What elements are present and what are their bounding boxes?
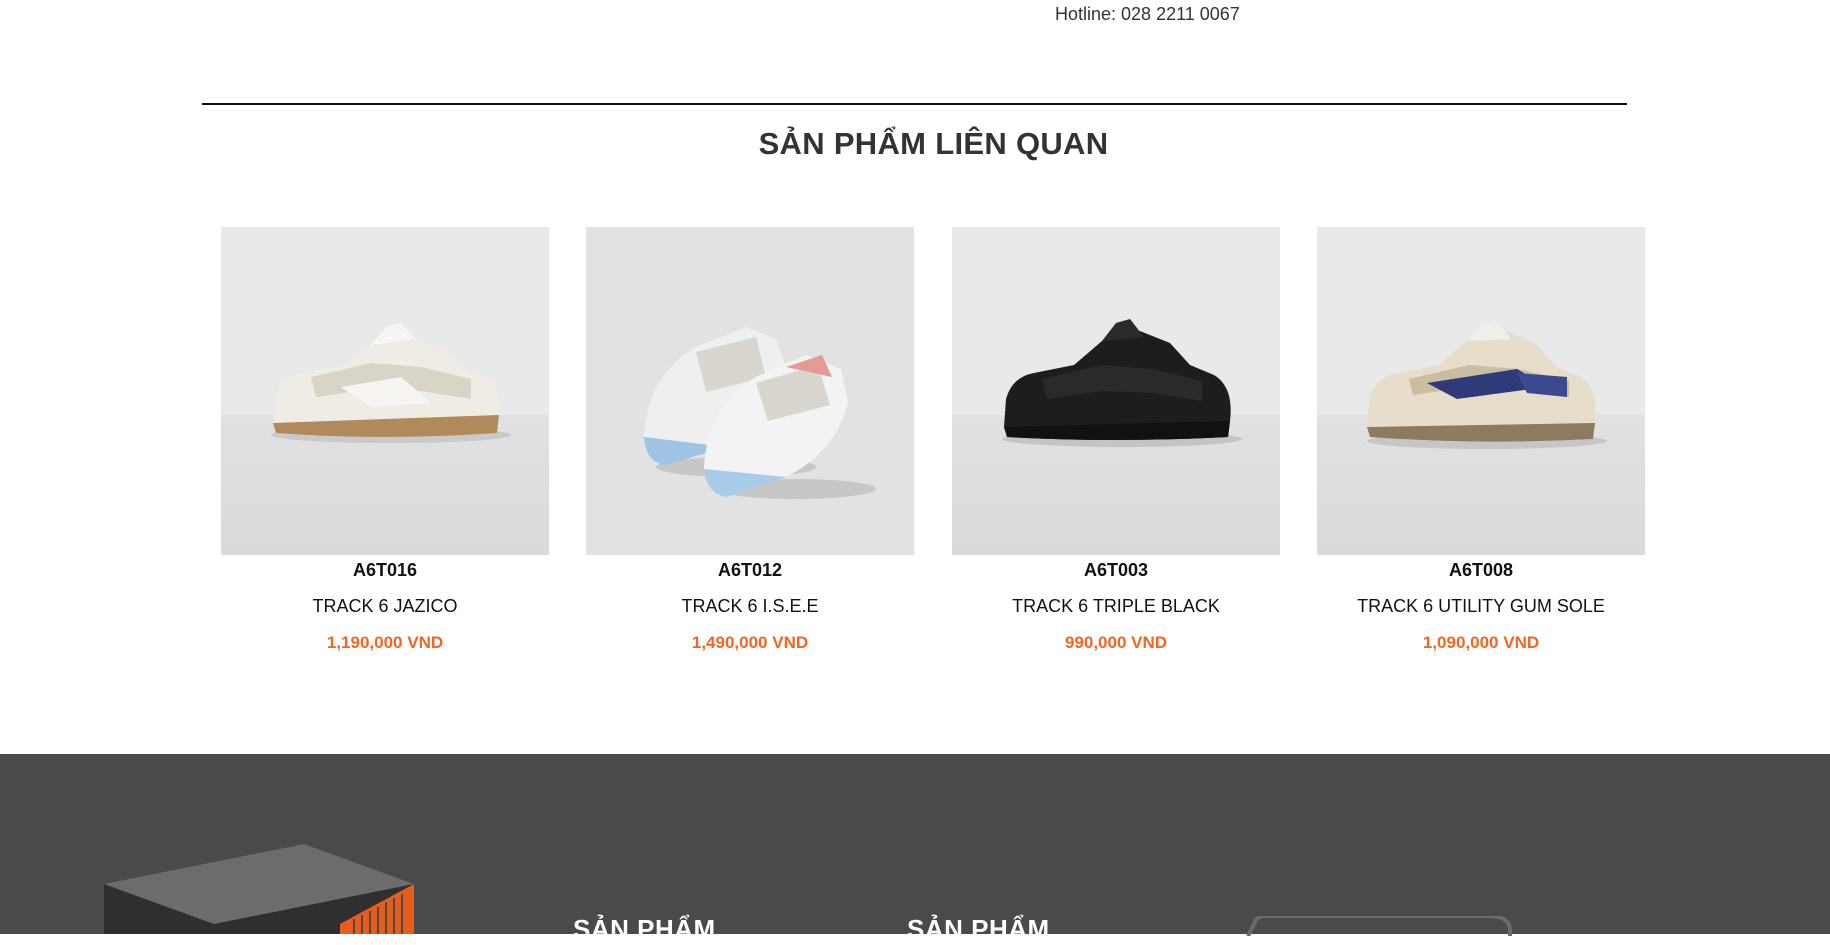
product-image[interactable] xyxy=(1317,227,1645,555)
product-image[interactable] xyxy=(221,227,549,555)
footer-logo-outline xyxy=(1238,914,1518,941)
product-name-link[interactable]: TRACK 6 UTILITY GUM SOLE xyxy=(1317,596,1645,617)
product-price: 990,000 VND xyxy=(1064,633,1168,652)
product-card[interactable]: A6T003 TRACK 6 TRIPLE BLACK 990,000 VND xyxy=(952,227,1280,653)
product-code: A6T016 xyxy=(352,560,418,580)
product-name-link[interactable]: TRACK 6 JAZICO xyxy=(221,596,549,617)
product-code: A6T012 xyxy=(717,560,783,580)
product-card[interactable]: A6T012 TRACK 6 I.S.E.E 1,490,000 VND xyxy=(586,227,914,653)
product-image[interactable] xyxy=(952,227,1280,555)
product-name-link[interactable]: TRACK 6 TRIPLE BLACK xyxy=(952,596,1280,617)
product-price: 1,090,000 VND xyxy=(1422,633,1540,652)
related-products-title: SẢN PHẨM LIÊN QUAN xyxy=(758,126,1109,161)
footer-column-title: SẢN PHẨM xyxy=(907,914,1050,944)
site-footer: SẢN PHẨM SẢN PHẨM xyxy=(0,754,1830,944)
product-code: A6T008 xyxy=(1448,560,1514,580)
product-card[interactable]: A6T016 TRACK 6 JAZICO 1,190,000 VND xyxy=(221,227,549,653)
product-name-link[interactable]: TRACK 6 I.S.E.E xyxy=(586,596,914,617)
product-price: 1,490,000 VND xyxy=(691,633,809,652)
product-code: A6T003 xyxy=(1083,560,1149,580)
hotline-text: Hotline: 028 2211 0067 xyxy=(1055,4,1240,24)
footer-column-title: SẢN PHẨM xyxy=(573,914,716,944)
product-card[interactable]: A6T008 TRACK 6 UTILITY GUM SOLE 1,090,00… xyxy=(1317,227,1645,653)
product-price: 1,190,000 VND xyxy=(326,633,444,652)
section-divider xyxy=(202,103,1627,105)
shoebox-graphic xyxy=(104,844,424,939)
product-image[interactable] xyxy=(586,227,914,555)
